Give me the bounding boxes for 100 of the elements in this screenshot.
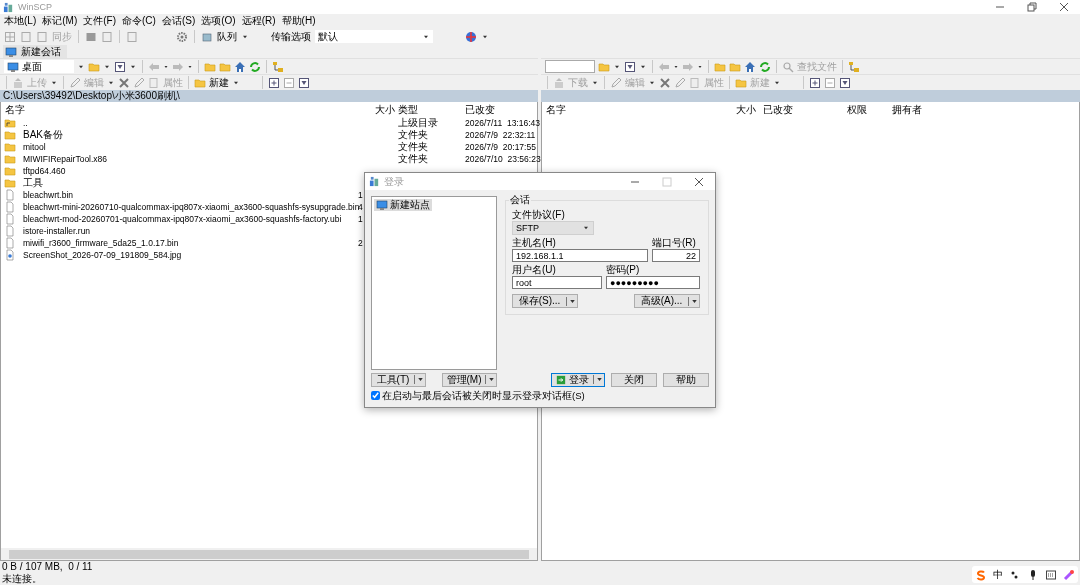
startup-checkbox[interactable] (371, 390, 380, 400)
menu-item[interactable]: 标记(M) (42, 15, 78, 27)
field-label: 用户名(U) (512, 264, 557, 276)
menu-item[interactable]: 文件(F) (83, 15, 116, 27)
rename-icon[interactable] (674, 76, 686, 89)
file-name[interactable]: BAK备份 (19, 129, 63, 141)
file-icon (4, 189, 16, 201)
column-header[interactable]: 名字 (542, 103, 719, 116)
rename-icon[interactable] (133, 76, 145, 89)
file-icon (4, 225, 16, 237)
home-icon[interactable] (744, 60, 756, 73)
column-header[interactable]: 名字 (1, 103, 371, 116)
settings-icon[interactable] (176, 30, 188, 43)
field-label: 主机名(H) (512, 237, 557, 249)
close-button[interactable]: 关闭 (611, 372, 657, 387)
column-header[interactable]: 已改变 (759, 103, 843, 116)
file-name[interactable]: MIWIFIRepairTool.x86 (19, 153, 108, 165)
menu-item[interactable]: 选项(O) (201, 15, 236, 27)
queue-icon[interactable] (201, 30, 213, 43)
login-button[interactable]: 登录 (551, 372, 605, 387)
close-icon[interactable] (693, 175, 705, 188)
column-header[interactable]: 类型 (394, 103, 461, 116)
filter-icon[interactable] (624, 60, 636, 73)
filter-icon[interactable] (839, 76, 851, 89)
logo-icon[interactable] (975, 568, 987, 581)
document-icon[interactable] (20, 30, 32, 43)
tools-button[interactable]: 工具(T) (371, 372, 426, 387)
column-header[interactable]: 已改变 (461, 103, 537, 116)
remote-drive-dropdown[interactable] (545, 60, 595, 73)
monitor-icon (376, 199, 388, 211)
keyboard-icon[interactable] (1045, 568, 1057, 581)
protocol-dropdown[interactable]: SFTP (512, 221, 594, 235)
monitor-icon (5, 45, 17, 58)
file-name[interactable]: .. (19, 117, 28, 129)
menu-item[interactable]: 远程(R) (241, 15, 276, 27)
file-name[interactable]: bleachwrt.bin (19, 189, 74, 201)
globe-icon[interactable] (465, 30, 477, 43)
queue-button[interactable]: 队列 (217, 30, 237, 43)
file-type: 文件夹 (397, 129, 429, 141)
drive-dropdown[interactable]: 桌面 (4, 60, 74, 73)
folder-icon (4, 129, 16, 141)
terminal-icon[interactable] (85, 30, 97, 43)
edit-icon[interactable] (69, 76, 81, 89)
filter-icon[interactable] (298, 76, 310, 89)
column-header[interactable]: 拥有者 (888, 103, 921, 116)
session-tab[interactable]: 新建会话 (3, 45, 67, 58)
upload-icon[interactable] (553, 76, 565, 89)
menu-item[interactable]: 命令(C) (122, 15, 156, 27)
upload-icon[interactable] (12, 76, 24, 89)
search-icon[interactable] (782, 60, 794, 73)
restore-icon[interactable] (1026, 1, 1038, 13)
menu-item[interactable]: 会话(S) (161, 15, 196, 27)
site-item[interactable]: 新建站点 (374, 199, 432, 211)
delete-icon[interactable] (659, 76, 671, 89)
file-name[interactable]: ScreenShot_2026-07-09_191809_584.jpg (19, 249, 182, 261)
menu-item[interactable]: 帮助(H) (281, 15, 316, 27)
parent-folder-icon[interactable] (714, 60, 726, 73)
filter-icon[interactable] (114, 60, 126, 73)
manage-button[interactable]: 管理(M) (442, 372, 497, 387)
save-button[interactable]: 保存(S)... (512, 294, 578, 308)
menu-item[interactable]: 本地(L) (4, 15, 37, 27)
refresh-icon[interactable] (249, 60, 261, 73)
properties-icon[interactable] (148, 76, 160, 89)
home-icon[interactable] (234, 60, 246, 73)
delete-icon[interactable] (118, 76, 130, 89)
refresh-icon[interactable] (759, 60, 771, 73)
file-name[interactable]: istore-installer.run (19, 225, 91, 237)
properties-icon[interactable] (689, 76, 701, 89)
compare-icon[interactable] (4, 30, 16, 43)
action-button[interactable]: 新建 (209, 76, 229, 89)
help-button[interactable]: 帮助 (663, 372, 709, 387)
file-name[interactable]: 工具 (19, 177, 43, 189)
transfer-options-dropdown[interactable]: 默认 (315, 30, 433, 43)
parent-folder-icon[interactable] (204, 60, 216, 73)
file-name[interactable]: mitool (19, 141, 46, 153)
file-name[interactable]: miwifi_r3600_firmware_5da25_1.0.17.bin (19, 237, 179, 249)
advanced-button[interactable]: 高级(A)... (634, 294, 700, 308)
new-folder-icon[interactable] (194, 76, 206, 89)
skin-icon[interactable] (1063, 568, 1075, 581)
column-header[interactable]: 大小 (371, 103, 394, 116)
column-header[interactable]: 权限 (843, 103, 888, 116)
file-name[interactable]: bleachwrt-mod-20260701-qualcommax-ipq807x-xiaomi_ax3600-squashfs-factory.ubi (19, 213, 342, 225)
close-icon[interactable] (1058, 1, 1070, 13)
file-name[interactable]: tftpd64.460 (19, 165, 66, 177)
port-field[interactable]: 22 (652, 249, 700, 262)
host-field[interactable]: 192.168.1.1 (512, 249, 648, 262)
select-icon[interactable] (268, 76, 280, 89)
ime-mode-button[interactable]: 中 (993, 568, 1003, 581)
select-icon[interactable] (809, 76, 821, 89)
horizontal-scrollbar[interactable] (1, 548, 537, 560)
password-field[interactable]: ●●●●●●●●● (606, 276, 700, 289)
file-modified: 2026/7/9 20:17:55 (464, 141, 537, 153)
column-header[interactable]: 大小 (719, 103, 759, 116)
document-icon[interactable] (36, 30, 48, 43)
document-icon[interactable] (126, 30, 138, 43)
caret-icon (582, 224, 590, 232)
file-name[interactable]: bleachwrt-mini-20260710-qualcommax-ipq807x-xiaomi_ax3600-squashfs-sysupgrade.bin (19, 201, 360, 213)
file-icon (4, 213, 16, 225)
document-icon[interactable] (101, 30, 113, 43)
username-field[interactable]: root (512, 276, 602, 289)
